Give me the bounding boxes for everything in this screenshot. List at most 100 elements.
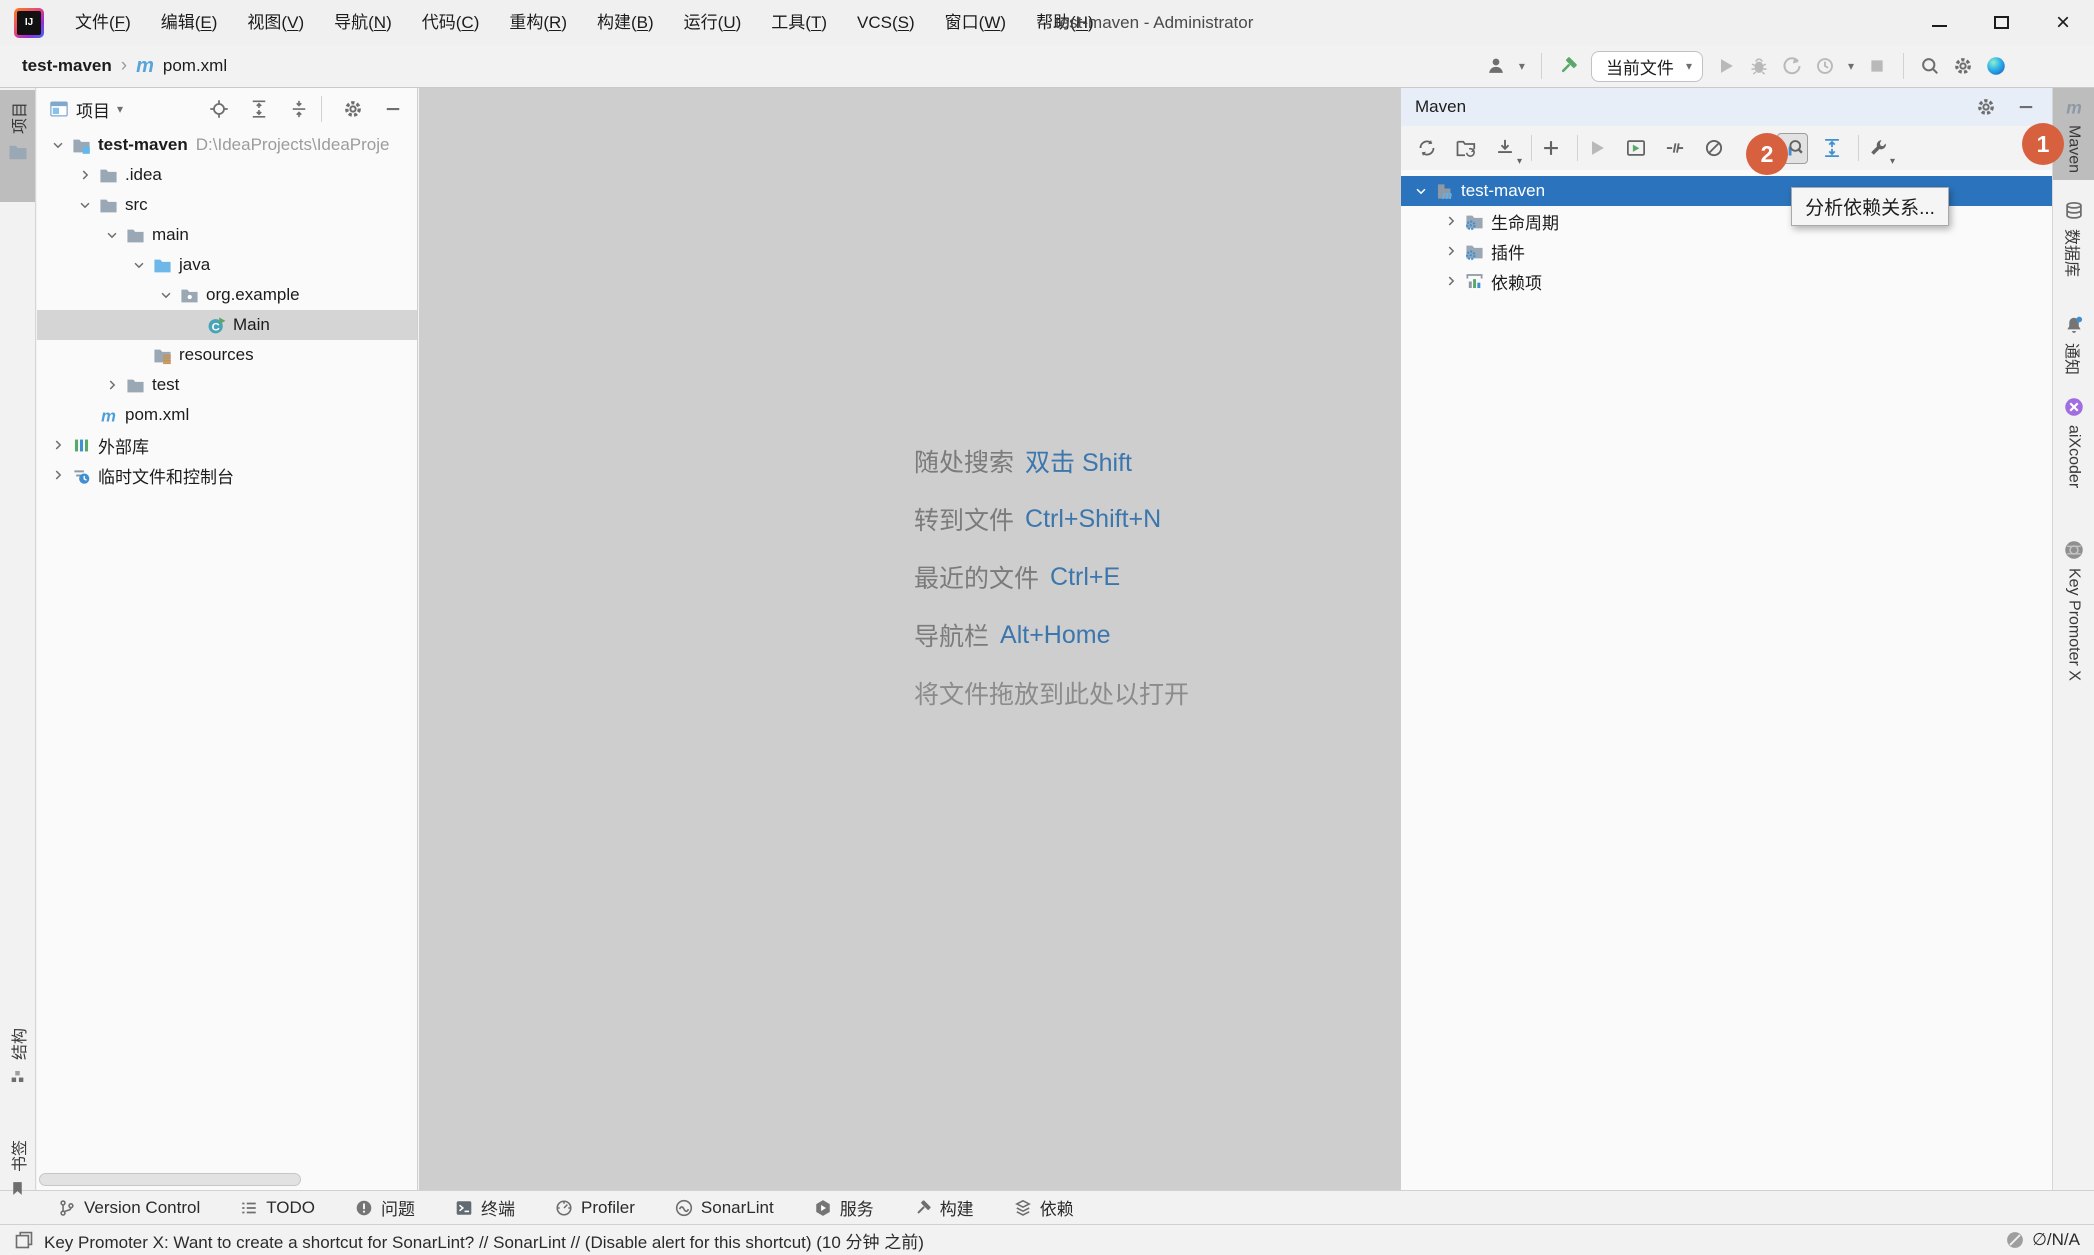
tool-tab-label: 数据库: [2062, 229, 2086, 277]
chevron-right-icon[interactable]: [1439, 236, 1463, 266]
tool-tab-structure[interactable]: 结构: [0, 1028, 35, 1128]
tree-row[interactable]: 依赖项: [1401, 266, 2052, 296]
tree-row[interactable]: CMain: [37, 310, 417, 340]
breadcrumb-project[interactable]: test-maven: [22, 56, 112, 76]
tree-row[interactable]: 插件: [1401, 236, 2052, 266]
status-item-branch[interactable]: Version Control: [58, 1198, 200, 1218]
tree-indent: [181, 310, 205, 340]
menu-item[interactable]: 代码(C): [407, 0, 495, 45]
stop-button-icon[interactable]: [1867, 56, 1887, 76]
tree-row[interactable]: 生命周期: [1401, 206, 2052, 236]
collapse-all-icon[interactable]: [289, 99, 309, 119]
chevron-right-icon[interactable]: [46, 460, 70, 490]
hide-panel-icon[interactable]: [383, 99, 403, 119]
locate-file-icon[interactable]: [209, 99, 229, 119]
maven-download-sources-button[interactable]: ▾: [1489, 133, 1520, 164]
tree-row[interactable]: .idea: [37, 160, 417, 190]
maven-options-gear-icon[interactable]: [1976, 97, 1996, 117]
menu-item[interactable]: 运行(U): [669, 0, 757, 45]
chevron-right-icon[interactable]: [1439, 266, 1463, 296]
project-view-dropdown-icon[interactable]: ▾: [117, 102, 123, 116]
maven-execute-goal-button[interactable]: [1620, 133, 1651, 164]
maven-settings-button[interactable]: ▾: [1862, 133, 1893, 164]
maximize-button[interactable]: [1970, 0, 2032, 45]
plugin-sphere-icon[interactable]: [1986, 56, 2006, 76]
user-account-icon[interactable]: [1486, 56, 1506, 76]
profile-button-icon[interactable]: [1782, 56, 1802, 76]
tree-row[interactable]: mpom.xml: [37, 400, 417, 430]
user-dropdown-icon[interactable]: ▾: [1519, 59, 1525, 73]
chevron-right-icon[interactable]: [1439, 206, 1463, 236]
chevron-down-icon[interactable]: [46, 130, 70, 160]
horizontal-scrollbar[interactable]: [39, 1173, 301, 1186]
tool-tab-project[interactable]: 项目: [0, 90, 35, 202]
tool-tab-aixcoder[interactable]: aiXcoder: [2053, 388, 2094, 518]
menu-item[interactable]: 窗口(W): [930, 0, 1021, 45]
run-button-icon[interactable]: [1716, 56, 1736, 76]
tree-row[interactable]: src: [37, 190, 417, 220]
menu-item[interactable]: 文件(F): [60, 0, 146, 45]
tree-row[interactable]: mtest-maven: [1401, 176, 2052, 206]
close-button[interactable]: ×: [2032, 0, 2094, 45]
chevron-down-icon[interactable]: [73, 190, 97, 220]
minimize-button[interactable]: [1908, 0, 1970, 45]
chevron-down-icon[interactable]: [100, 220, 124, 250]
menu-item[interactable]: 编辑(E): [146, 0, 233, 45]
run-configuration-select[interactable]: 当前文件 ▾: [1591, 51, 1703, 82]
status-item-profiler[interactable]: Profiler: [555, 1198, 635, 1218]
menu-item[interactable]: 重构(R): [494, 0, 582, 45]
debug-button-icon[interactable]: [1749, 56, 1769, 76]
maven-expand-nodes-button[interactable]: [1816, 133, 1847, 164]
tree-row[interactable]: 临时文件和控制台: [37, 460, 417, 490]
maven-add-project-button[interactable]: [1535, 133, 1566, 164]
status-item-deps[interactable]: 依赖: [1014, 1195, 1074, 1220]
chevron-down-icon[interactable]: [154, 280, 178, 310]
tree-row[interactable]: 外部库: [37, 430, 417, 460]
build-project-icon[interactable]: [1558, 56, 1578, 76]
status-item-build[interactable]: 构建: [914, 1195, 974, 1220]
menu-item[interactable]: VCS(S): [842, 0, 930, 45]
maven-run-button[interactable]: [1581, 133, 1612, 164]
chevron-right-icon[interactable]: [100, 370, 124, 400]
breadcrumb-file[interactable]: pom.xml: [163, 56, 227, 76]
tree-row[interactable]: main: [37, 220, 417, 250]
tool-tab-bell[interactable]: 通知: [2053, 306, 2094, 384]
project-view-icon: [49, 99, 69, 119]
tree-label: pom.xml: [125, 405, 189, 425]
chevron-right-icon[interactable]: [46, 430, 70, 460]
status-item-services[interactable]: 服务: [814, 1195, 874, 1220]
tree-row[interactable]: resources: [37, 340, 417, 370]
menu-item[interactable]: 导航(N): [319, 0, 407, 45]
tree-row[interactable]: org.example: [37, 280, 417, 310]
maven-skip-tests-button[interactable]: [1659, 133, 1690, 164]
menu-item[interactable]: 构建(B): [582, 0, 669, 45]
maven-generate-sources-button[interactable]: [1450, 133, 1481, 164]
chevron-right-icon[interactable]: [73, 160, 97, 190]
project-options-gear-icon[interactable]: [343, 99, 363, 119]
status-item-terminal[interactable]: 终端: [455, 1195, 515, 1220]
tool-tab-database[interactable]: 数据库: [2053, 192, 2094, 288]
run-more-caret-icon[interactable]: ▾: [1848, 59, 1854, 73]
tool-tab-bookmark[interactable]: 书签: [0, 1140, 35, 1240]
tree-row[interactable]: test-mavenD:\IdeaProjects\IdeaProje: [37, 130, 417, 160]
toolbar-separator: [1541, 53, 1542, 79]
maven-hide-panel-icon[interactable]: [2016, 97, 2036, 117]
menu-item[interactable]: 视图(V): [232, 0, 319, 45]
search-everywhere-icon[interactable]: [1920, 56, 1940, 76]
chevron-down-icon[interactable]: [127, 250, 151, 280]
coverage-button-icon[interactable]: [1815, 56, 1835, 76]
status-item-sonarlint[interactable]: SonarLint: [675, 1198, 774, 1218]
settings-gear-icon[interactable]: [1953, 56, 1973, 76]
tool-tab-keypromoter[interactable]: Key Promoter X: [2053, 531, 2094, 683]
maven-offline-mode-button[interactable]: [1698, 133, 1729, 164]
chevron-down-icon[interactable]: [1409, 176, 1433, 206]
project-panel-title[interactable]: 项目: [76, 97, 110, 122]
tree-row[interactable]: java: [37, 250, 417, 280]
menu-item[interactable]: 工具(T): [756, 0, 842, 45]
expand-all-icon[interactable]: [249, 99, 269, 119]
status-message[interactable]: Key Promoter X: Want to create a shortcu…: [44, 1228, 924, 1253]
tree-row[interactable]: test: [37, 370, 417, 400]
status-item-problems[interactable]: 问题: [355, 1195, 415, 1220]
status-item-todo[interactable]: TODO: [240, 1198, 315, 1218]
maven-refresh-button[interactable]: [1411, 133, 1442, 164]
